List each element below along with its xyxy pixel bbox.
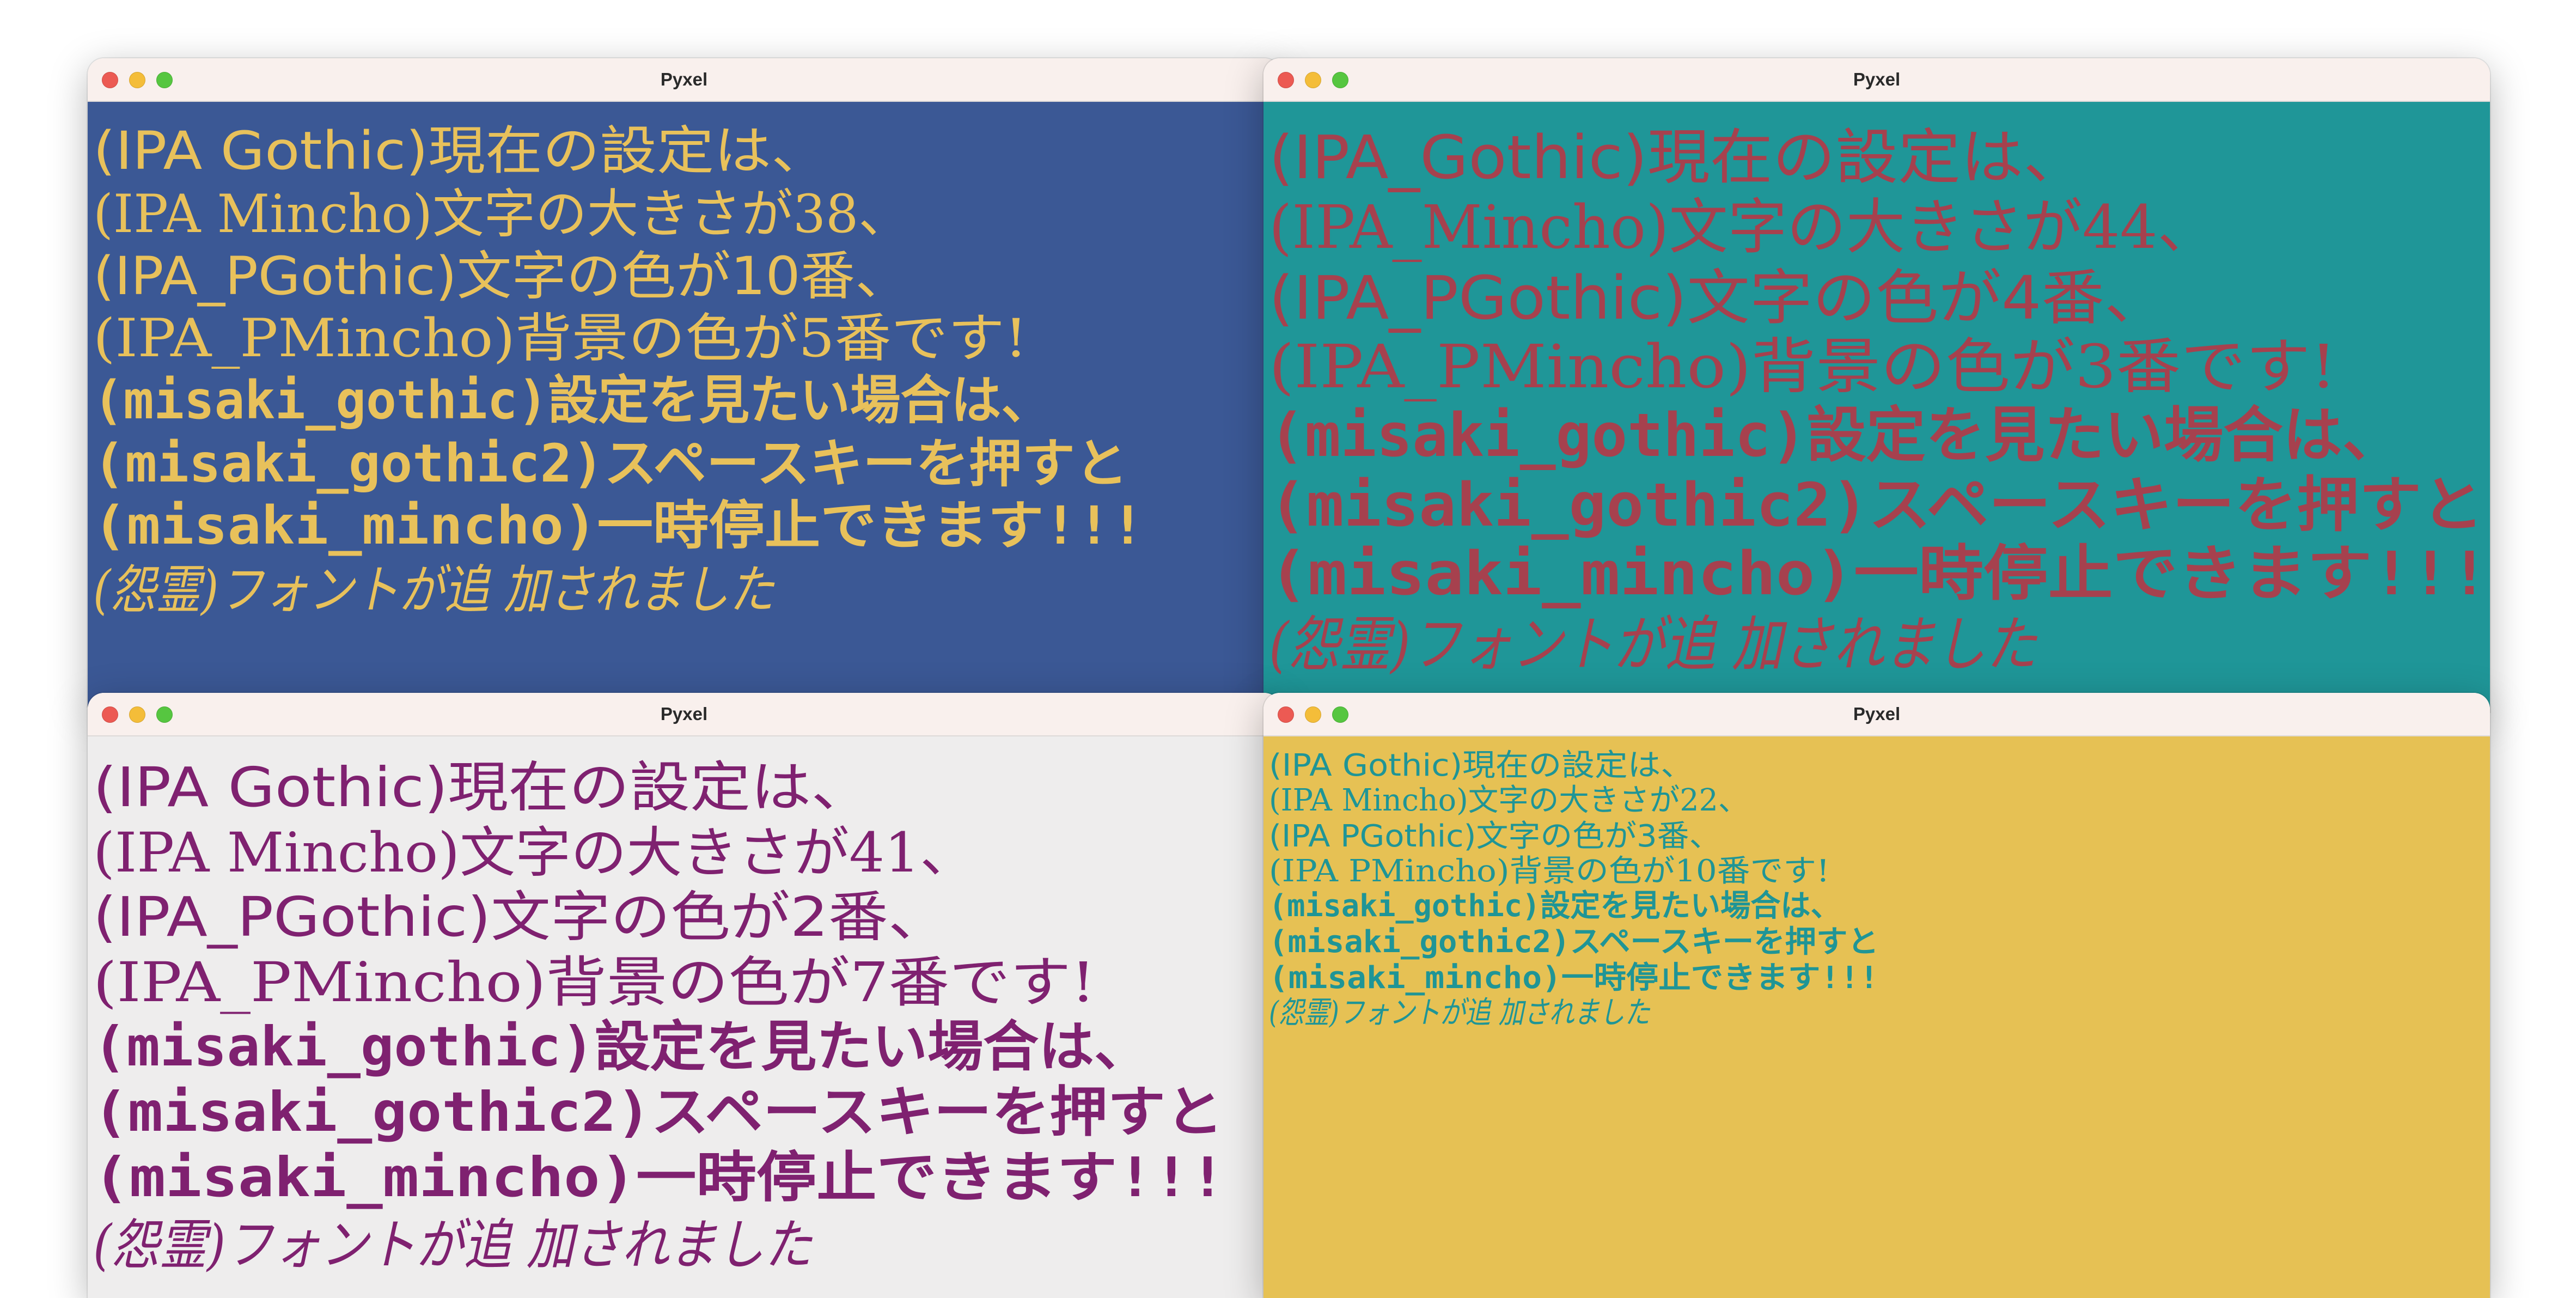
window-title: Pyxel <box>660 69 708 89</box>
pyxel-window-bottom-right[interactable]: Pyxel (IPA Gothic)現在の設定は、 (IPA Mincho)文字の… <box>1263 693 2490 1298</box>
line-onryou: (怨霊)フォントが追 加されました <box>1269 995 1650 1031</box>
line-onryou: (怨霊)フォントが追 加されました <box>93 559 774 620</box>
pyxel-canvas[interactable]: (IPA Gothic)現在の設定は、 (IPA Mincho)文字の大きさが41… <box>88 736 1280 1298</box>
pyxel-window-bottom-left[interactable]: Pyxel (IPA Gothic)現在の設定は、 (IPA Mincho)文字の… <box>88 693 1280 1298</box>
line-onryou: (怨霊)フォントが追 加されました <box>1269 610 2037 679</box>
pyxel-window-top-right[interactable]: Pyxel (IPA_Gothic)現在の設定は、 (IPA_Mincho)文字の… <box>1263 58 2490 712</box>
pyxel-canvas[interactable]: (IPA Gothic)現在の設定は、 (IPA Mincho)文字の大きさが22… <box>1263 736 2490 1298</box>
window-titlebar[interactable]: Pyxel <box>1263 58 2490 102</box>
pyxel-window-top-left[interactable]: Pyxel (IPA Gothic)現在の設定は、 (IPA Mincho)文字の… <box>88 58 1280 706</box>
window-titlebar[interactable]: Pyxel <box>1263 693 2490 736</box>
window-title: Pyxel <box>1853 704 1901 724</box>
window-title: Pyxel <box>1853 69 1901 89</box>
pyxel-canvas[interactable]: (IPA Gothic)現在の設定は、 (IPA Mincho)文字の大きさが38… <box>88 102 1280 706</box>
line-onryou: (怨霊)フォントが追 加されました <box>93 1213 812 1277</box>
window-titlebar[interactable]: Pyxel <box>88 58 1280 102</box>
pyxel-canvas[interactable]: (IPA_Gothic)現在の設定は、 (IPA_Mincho)文字の大きさが44… <box>1263 102 2490 712</box>
window-title: Pyxel <box>660 704 708 724</box>
window-titlebar[interactable]: Pyxel <box>88 693 1280 736</box>
